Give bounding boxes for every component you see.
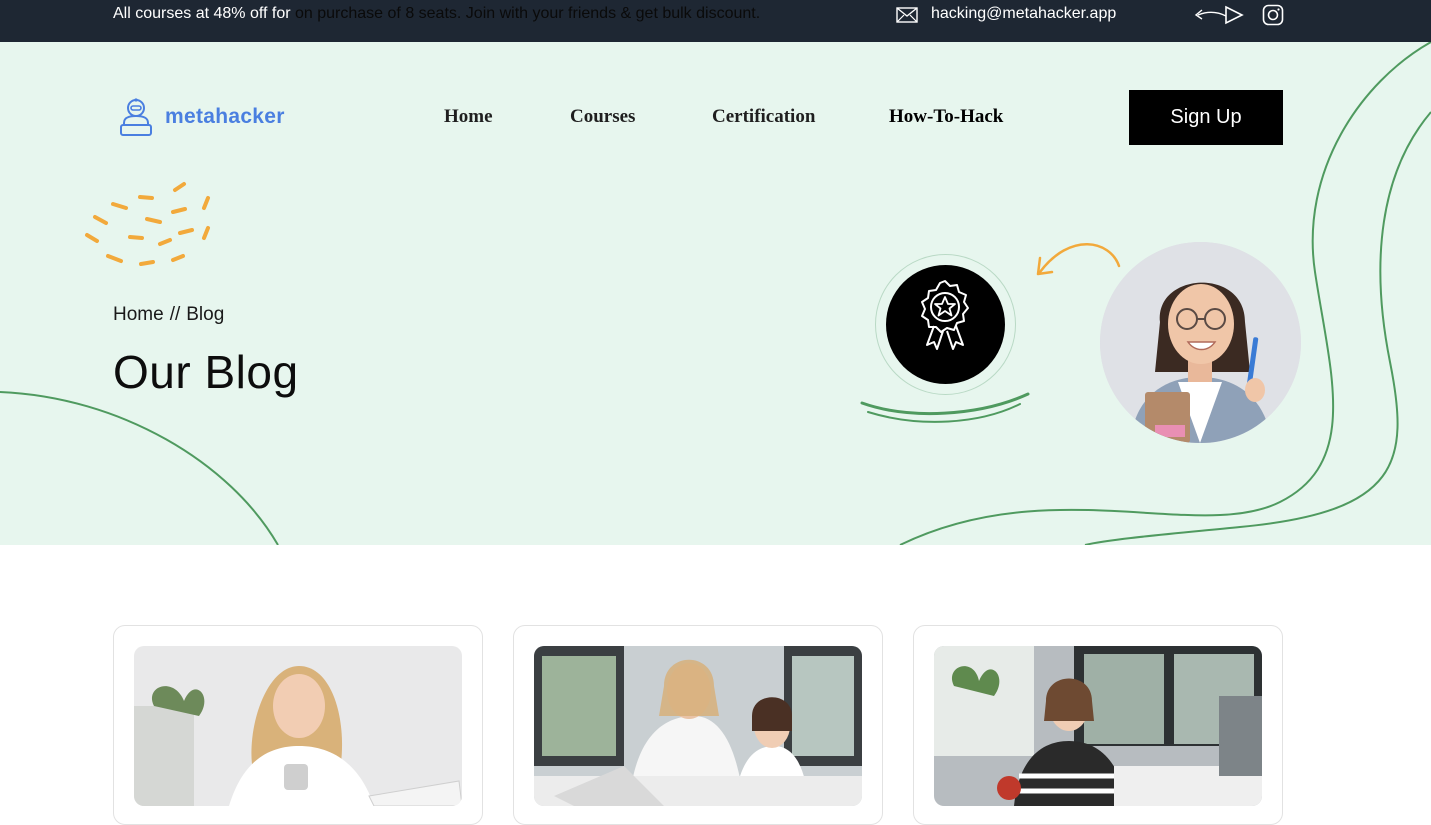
promo-prefix: All courses at 48% off for [113, 5, 296, 22]
award-badge-icon [921, 280, 969, 350]
arrow-icon[interactable] [1190, 4, 1244, 26]
nav-courses[interactable]: Courses [570, 106, 635, 128]
blog-card-image[interactable] [534, 646, 862, 806]
blog-card[interactable] [113, 625, 483, 825]
nav-how-to-hack[interactable]: How-To-Hack [889, 106, 1003, 128]
award-badge [886, 265, 1005, 384]
contact-email-link[interactable]: hacking@metahacker.app [931, 5, 1116, 23]
blog-card-image[interactable] [134, 646, 462, 806]
hacker-logo-icon [120, 98, 152, 136]
logo-text: metahacker [165, 105, 285, 128]
promo-text: All courses at 48% off for on purchase o… [113, 5, 760, 23]
blog-list [0, 545, 1431, 825]
hero-section: metahacker Home Courses Certification Ho… [0, 42, 1431, 545]
top-announcement-bar: All courses at 48% off for on purchase o… [0, 0, 1431, 42]
instagram-icon[interactable] [1262, 4, 1284, 26]
breadcrumb-separator: // [169, 304, 181, 325]
breadcrumb-home[interactable]: Home [113, 304, 164, 325]
nav-home[interactable]: Home [444, 106, 493, 128]
breadcrumb-current: Blog [186, 304, 225, 325]
blog-card-image[interactable] [934, 646, 1262, 806]
teacher-photo [1100, 242, 1301, 443]
mail-icon [896, 7, 918, 23]
page-title: Our Blog [113, 346, 299, 398]
orange-dashes [85, 182, 210, 266]
logo[interactable]: metahacker [118, 97, 285, 137]
curved-arrow-icon [1036, 243, 1121, 276]
nav-certification[interactable]: Certification [712, 106, 815, 128]
promo-suffix: on purchase of 8 seats. Join with your f… [295, 5, 761, 22]
blog-card[interactable] [513, 625, 883, 825]
breadcrumb: Home//Blog [113, 304, 224, 326]
sign-up-button[interactable]: Sign Up [1129, 90, 1283, 145]
green-curve-left [0, 391, 279, 545]
blog-card[interactable] [913, 625, 1283, 825]
